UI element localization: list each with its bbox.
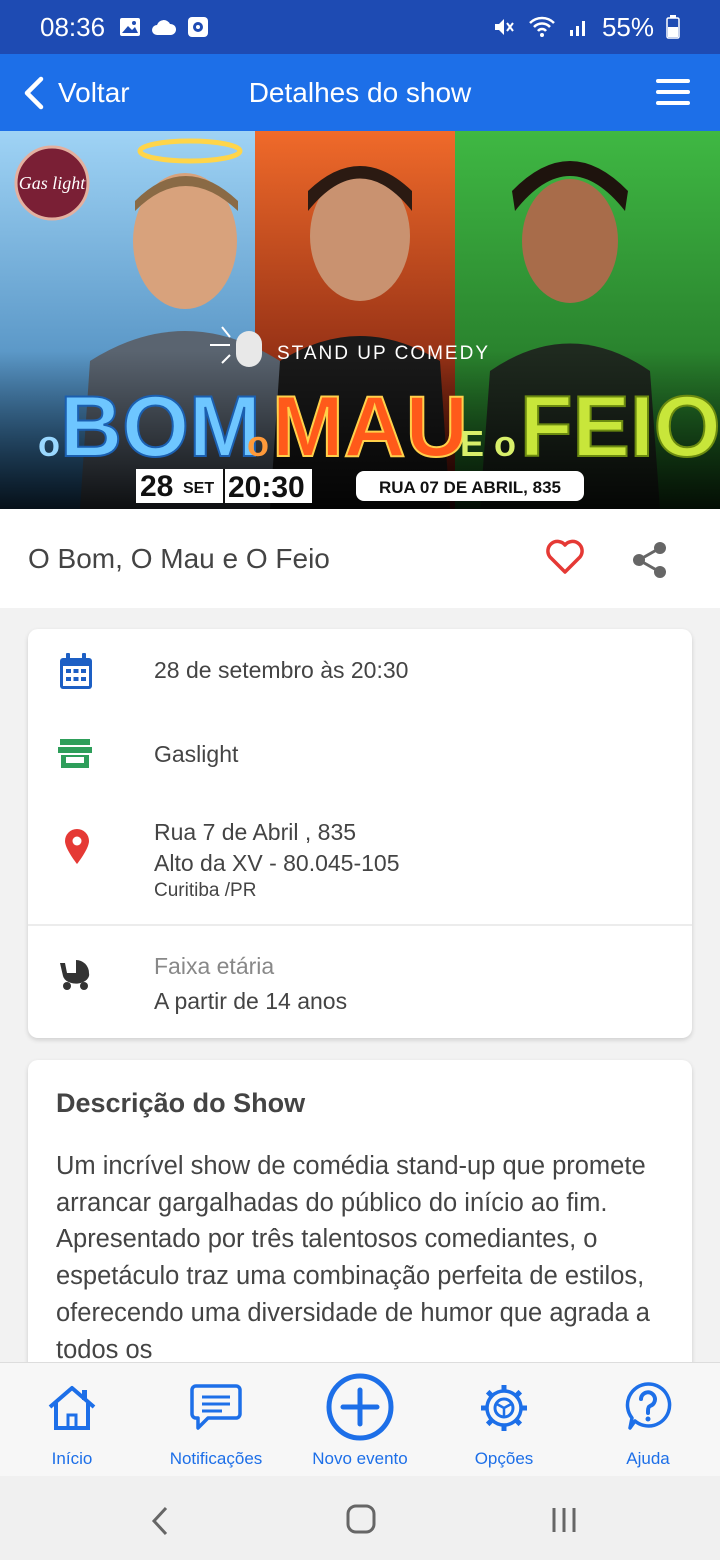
nav-help[interactable]: Ajuda [576,1363,720,1477]
description-title: Descrição do Show [56,1088,306,1118]
info-row-address[interactable]: Rua 7 de Abril , 835 Alto da XV - 80.045… [28,819,692,909]
home-icon [48,1386,96,1430]
nav-notifications[interactable]: Notificações [144,1363,288,1477]
nav-notifications-label: Notificações [169,1449,263,1468]
location-pin-icon [65,829,89,864]
show-info-card: 28 de setembro às 20:30 Gaslight Rua 7 d… [28,629,692,1038]
poster-word-feio: FEIO [520,379,720,475]
status-notification-icons [119,16,209,38]
nav-home[interactable]: Início [0,1363,144,1477]
address-line-2: Alto da XV - 80.045-105 [154,850,400,876]
poster-time: 20:30 [228,471,305,504]
store-icon [58,739,92,768]
favorite-heart-icon[interactable] [545,539,585,575]
nav-options[interactable]: Opções [432,1363,576,1477]
venue-name: Gaslight [154,741,239,767]
status-time: 08:36 [40,11,106,42]
show-title: O Bom, O Mau e O Feio [28,543,330,574]
battery-icon [666,15,680,39]
nav-new-event-label: Novo evento [312,1449,408,1468]
gallery-icon [120,18,141,36]
nav-new-event[interactable]: Novo evento [288,1363,432,1477]
status-system-icons: 55% [492,12,680,43]
poster-word-o2: o [247,423,269,464]
status-bar: 08:36 55% [0,0,720,54]
poster-address: RUA 07 DE ABRIL, 835 [379,478,561,497]
poster-day: 28 [140,470,173,503]
share-icon[interactable] [630,541,670,579]
poster-word-o1: o [38,423,60,464]
stroller-icon [60,960,90,990]
calendar-icon [60,653,92,689]
poster-word-mau: MAU [272,379,468,475]
app-notification-icon [188,17,209,37]
description-text: Um incrível show de comédia stand-up que… [56,1152,650,1364]
back-button[interactable]: Voltar [22,54,130,131]
show-title-row: O Bom, O Mau e O Feio [0,509,720,608]
nav-home-label: Início [51,1449,93,1468]
chat-icon [190,1384,242,1430]
system-back-icon[interactable] [150,1506,170,1536]
show-poster: Gas light STAND UP COMEDY o BOM o MAU E … [0,131,720,509]
cloud-icon [152,20,177,35]
info-row-age: Faixa etária A partir de 14 anos [28,953,692,1023]
nav-help-label: Ajuda [626,1449,670,1468]
show-date-text: 28 de setembro às 20:30 [154,657,409,683]
gear-icon [481,1385,527,1431]
system-navigation-bar [0,1476,720,1560]
address-line-1: Rua 7 de Abril , 835 [154,819,357,845]
logo-text: Gas light [19,173,87,193]
help-icon [625,1382,672,1430]
info-row-venue: Gaslight [28,737,692,777]
info-row-date: 28 de setembro às 20:30 [28,651,692,691]
battery-percent: 55% [601,11,654,42]
info-divider [28,924,692,926]
address-line-3: Curitiba /PR [154,880,257,901]
nav-options-label: Opções [474,1449,534,1468]
poster-word-bom: BOM [60,379,261,475]
plus-circle-icon [326,1373,394,1441]
system-home-icon[interactable] [346,1504,376,1534]
age-rating-label: Faixa etária [154,953,275,979]
back-label: Voltar [58,76,130,108]
menu-button[interactable] [656,79,690,105]
description-card: Descrição do Show Um incrível show de co… [28,1060,692,1380]
system-recents-icon[interactable] [550,1506,578,1534]
age-rating-value: A partir de 14 anos [154,988,348,1014]
signal-icon [569,21,585,36]
poster-word-eo: E o [460,423,516,464]
hamburger-icon [656,79,690,83]
bottom-navigation: Início Notificações Novo evento Opções A… [0,1362,720,1476]
chevron-left-icon [24,76,44,109]
wifi-icon [529,16,555,37]
mute-icon [494,19,514,35]
poster-month: SET [183,480,214,497]
app-bar: Voltar Detalhes do show [0,54,720,131]
poster-subtitle: STAND UP COMEDY [277,343,490,364]
